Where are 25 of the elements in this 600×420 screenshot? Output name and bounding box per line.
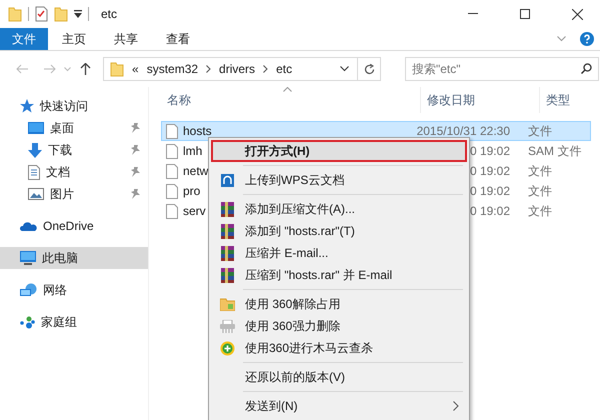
sidebar-label: 家庭组 <box>41 314 78 330</box>
file-name: hosts <box>183 124 212 138</box>
modified-date: 0 19:02 <box>468 204 510 218</box>
sidebar-label: 快速访问 <box>40 98 89 114</box>
file-type: 文件 <box>528 162 552 180</box>
sidebar-label: 文档 <box>46 164 71 180</box>
file-name: netw <box>183 164 208 178</box>
modified-date: 0 19:02 <box>468 184 510 198</box>
file-type: SAM 文件 <box>528 142 582 160</box>
window-title: etc <box>101 7 118 21</box>
file-name: lmh <box>183 144 202 158</box>
file-name: pro <box>183 184 200 198</box>
file-type: 文件 <box>528 182 552 200</box>
file-name: serv <box>183 204 206 218</box>
sidebar-label: 网络 <box>43 282 68 298</box>
sidebar-label: 图片 <box>50 186 75 202</box>
modified-date: 0 19:02 <box>468 164 510 178</box>
sidebar-label: 桌面 <box>50 120 75 136</box>
sidebar-label: OneDrive <box>43 219 95 233</box>
file-type: 文件 <box>528 122 552 140</box>
sidebar-label: 下载 <box>48 142 73 158</box>
file-type: 文件 <box>528 202 552 220</box>
modified-date: 2015/10/31 22:30 <box>416 124 510 138</box>
modified-date: 0 19:02 <box>468 144 510 158</box>
sidebar-label: 此电脑 <box>42 250 79 266</box>
